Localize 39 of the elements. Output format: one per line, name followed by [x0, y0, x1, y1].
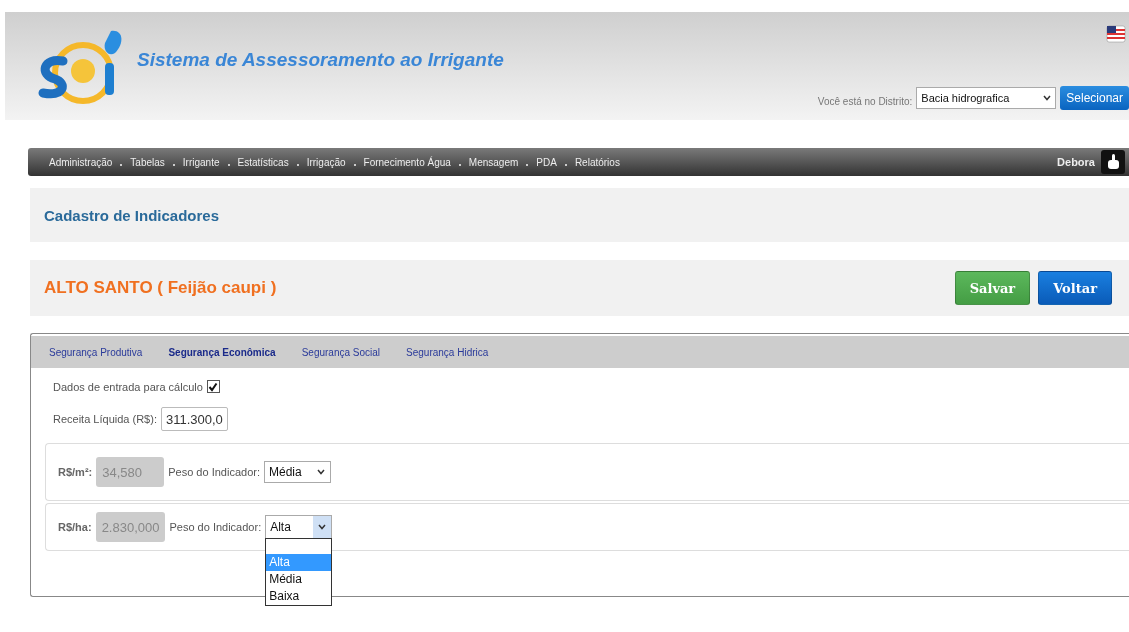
checkbox[interactable]	[206, 380, 220, 393]
user-name[interactable]: Debora	[1057, 156, 1095, 168]
nav-item[interactable]: Relatórios	[574, 156, 620, 168]
indicator-value-field: 2.830,000	[95, 512, 166, 542]
checkbox-label: Dados de entrada para cálculo	[53, 380, 203, 393]
nav-item[interactable]: Mensagem	[468, 156, 519, 168]
weight-select[interactable]: Média	[263, 461, 331, 483]
dropdown-option[interactable]: Baixa	[266, 588, 332, 605]
back-button[interactable]: Voltar	[1038, 271, 1112, 305]
revenue-field[interactable]: 311.300,0	[160, 407, 228, 431]
district-label: Você está no Distrito:	[817, 95, 913, 107]
tab[interactable]: Segurança Social	[301, 346, 381, 358]
district-select[interactable]: Bacia hidrografica	[916, 87, 1057, 109]
nav-item[interactable]: Fornecimento Água	[363, 156, 451, 168]
nav-item[interactable]: Administração	[49, 156, 113, 168]
page-title: Cadastro de Indicadores	[44, 206, 220, 224]
nav-item[interactable]: Irrigação	[306, 156, 346, 168]
indicator-label: R$/ha:	[58, 521, 92, 533]
field-label: Receita Líquida (R$):	[53, 413, 157, 425]
flag-icon[interactable]	[1106, 24, 1126, 44]
hand-icon[interactable]	[1101, 150, 1125, 174]
nav-item[interactable]: PDA	[536, 156, 557, 168]
nav-item[interactable]: Estatísticas	[237, 156, 289, 168]
weight-label: Peso do Indicador:	[169, 521, 262, 533]
chevron-icon	[316, 469, 325, 475]
nav-item[interactable]: Tabelas	[130, 156, 165, 168]
indicator-label: R$/m²:	[58, 466, 93, 478]
chevron-icon	[318, 524, 327, 530]
tab[interactable]: Segurança Econômica	[168, 346, 276, 358]
chevron-icon	[1043, 95, 1052, 101]
indicator-value-field: 34,580	[96, 457, 165, 487]
weight-label: Peso do Indicador:	[168, 466, 260, 478]
dropdown-option[interactable]: Média	[266, 571, 332, 588]
tab[interactable]: Segurança Produtiva	[49, 346, 143, 358]
tab[interactable]: Segurança Hidrica	[406, 346, 489, 358]
record-title: ALTO SANTO ( Feijão caupi )	[44, 278, 277, 298]
app-title: Sistema de Assessoramento ao Irrigante	[137, 49, 504, 71]
nav-item[interactable]: Irrigante	[182, 156, 220, 168]
select-button[interactable]: Selecionar	[1060, 86, 1129, 110]
